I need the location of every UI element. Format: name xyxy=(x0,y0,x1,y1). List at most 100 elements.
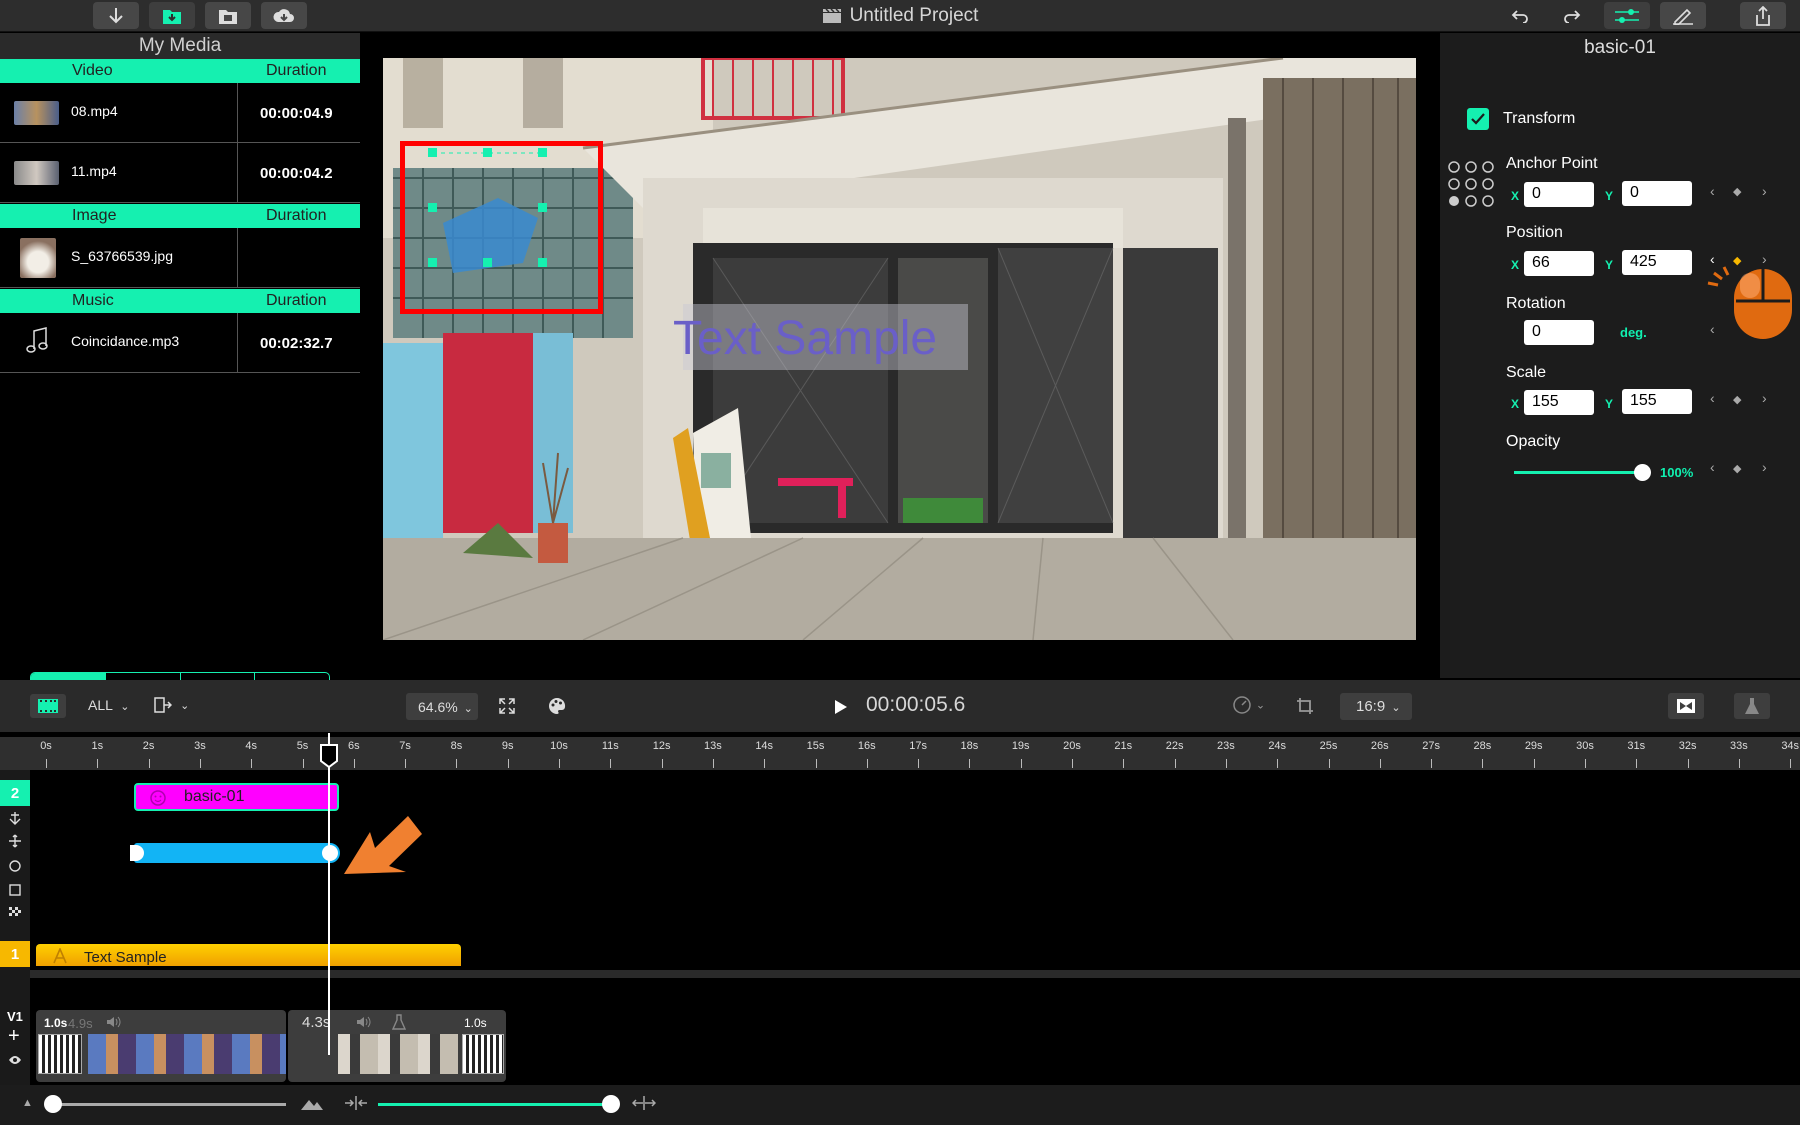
media-item-image[interactable]: S_63766539.jpg xyxy=(0,228,360,288)
inspector-panel: basic-01 Transform Anchor Point X 0 Y 0 … xyxy=(1440,33,1800,678)
rotation-unit: deg. xyxy=(1620,325,1647,340)
position-y-input[interactable]: 425 xyxy=(1622,250,1692,275)
media-name: Coincidance.mp3 xyxy=(71,333,180,349)
project-folder-button[interactable] xyxy=(205,2,251,29)
opacity-value: 100% xyxy=(1660,465,1694,480)
split-screen-icon xyxy=(1677,699,1695,713)
speaker-icon[interactable] xyxy=(106,1016,122,1028)
zoom-out-small-icon[interactable]: ▲ xyxy=(22,1097,33,1109)
edit-panel-button[interactable] xyxy=(1660,2,1706,29)
track-filter-select[interactable]: ALL ⌄ xyxy=(88,697,130,713)
ruler-tick-label: 20s xyxy=(1063,740,1081,752)
x-label: X xyxy=(1511,258,1520,272)
video-preview[interactable]: Text Sample xyxy=(383,58,1416,640)
ruler-tick-label: 29s xyxy=(1524,740,1543,752)
play-button[interactable] xyxy=(828,694,854,720)
position-x-input[interactable]: 66 xyxy=(1524,251,1594,276)
insert-mode-select[interactable]: ⌄ xyxy=(154,696,189,713)
eye-icon[interactable] xyxy=(8,1055,22,1065)
ruler-tick xyxy=(866,759,868,768)
cloud-button[interactable] xyxy=(261,2,307,29)
scale-y-input[interactable]: 155 xyxy=(1622,389,1692,414)
media-duration: 00:00:04.2 xyxy=(260,165,333,182)
next-keyframe-icon[interactable]: › xyxy=(1762,390,1767,406)
text-clip-text-sample[interactable]: Text Sample xyxy=(36,944,461,966)
media-library-button[interactable] xyxy=(149,2,195,29)
transform-checkbox[interactable] xyxy=(1467,108,1489,130)
position-keyframe-bar[interactable] xyxy=(134,843,330,863)
undo-button[interactable] xyxy=(1500,2,1540,29)
scale-x-input[interactable]: 155 xyxy=(1524,390,1594,415)
import-download-button[interactable] xyxy=(93,2,139,29)
anchor-grid-icon[interactable] xyxy=(1446,159,1496,209)
track-view-button[interactable] xyxy=(30,694,66,718)
timeline-zoom-thumb[interactable] xyxy=(602,1095,620,1113)
speed-dial-icon xyxy=(1233,696,1251,714)
media-item-music[interactable]: Coincidance.mp3 00:02:32.7 xyxy=(0,313,360,373)
prev-keyframe-icon[interactable]: ‹ xyxy=(1710,183,1715,199)
flask-icon[interactable] xyxy=(392,1014,406,1030)
media-item-08[interactable]: 08.mp4 00:00:04.9 xyxy=(0,83,360,143)
fullscreen-button[interactable] xyxy=(495,694,519,718)
section-label: Video xyxy=(72,62,113,79)
media-name: 08.mp4 xyxy=(71,103,118,119)
timeline-zoom-track[interactable] xyxy=(378,1103,614,1106)
track-2-label: 2 xyxy=(0,780,30,806)
opacity-slider-track[interactable] xyxy=(1514,471,1642,474)
playhead-handle[interactable] xyxy=(319,743,339,769)
speed-select[interactable]: ⌄ xyxy=(1232,695,1265,715)
music-note-icon xyxy=(26,327,48,353)
ruler-tick-label: 32s xyxy=(1678,740,1697,752)
add-keyframe-icon[interactable]: ◆ xyxy=(1733,462,1741,475)
crop-button[interactable] xyxy=(1293,694,1317,718)
zoom-select[interactable]: 64.6% ⌄ xyxy=(406,693,478,720)
aspect-ratio-select[interactable]: 16:9 ⌄ xyxy=(1340,693,1412,720)
audio-mix-button[interactable] xyxy=(1734,693,1770,719)
y-label: Y xyxy=(1605,189,1614,203)
prev-keyframe-icon[interactable]: ‹ xyxy=(1710,459,1715,475)
add-keyframe-icon[interactable]: ◆ xyxy=(1733,185,1741,198)
ruler-tick-label: 31s xyxy=(1627,740,1646,752)
ruler-tick-label: 5s xyxy=(296,740,309,752)
ruler-tick xyxy=(1020,759,1022,768)
ruler-tick-label: 30s xyxy=(1576,740,1594,752)
volume-slider-track[interactable] xyxy=(54,1103,286,1106)
playhead-line[interactable] xyxy=(328,733,330,1055)
mountain-icon[interactable] xyxy=(300,1095,324,1111)
keyframe-end-handle[interactable] xyxy=(320,843,340,863)
zoom-value: 64.6% xyxy=(418,699,458,715)
video-clip-08[interactable]: 1.0s 4.9s xyxy=(36,1010,286,1082)
anchor-y-input[interactable]: 0 xyxy=(1622,181,1692,206)
next-keyframe-icon[interactable]: › xyxy=(1762,459,1767,475)
media-panel: My Media Video Duration 08.mp4 00:00:04.… xyxy=(0,33,360,697)
window-title: Untitled Project xyxy=(600,0,1200,32)
ruler-tick-label: 9s xyxy=(501,740,514,752)
ruler-tick-label: 16s xyxy=(857,740,876,752)
next-keyframe-icon[interactable]: › xyxy=(1762,183,1767,199)
clip-filmstrip xyxy=(88,1034,286,1074)
text-overlay-box[interactable]: Text Sample xyxy=(673,304,968,370)
add-track-icon[interactable]: + xyxy=(8,1025,20,1048)
color-palette-button[interactable] xyxy=(545,694,569,718)
redo-button[interactable] xyxy=(1552,2,1592,29)
share-export-button[interactable] xyxy=(1740,2,1786,29)
speaker-icon[interactable] xyxy=(356,1016,372,1028)
video-clip-11[interactable]: 4.3s 1.0s xyxy=(288,1010,506,1082)
adjust-panel-button[interactable] xyxy=(1604,2,1650,29)
snapshot-button[interactable] xyxy=(1668,693,1704,719)
add-keyframe-icon[interactable]: ◆ xyxy=(1733,393,1741,406)
media-item-11[interactable]: 11.mp4 00:00:04.2 xyxy=(0,143,360,203)
rotation-input[interactable]: 0 xyxy=(1524,320,1594,345)
opacity-slider-thumb[interactable] xyxy=(1634,464,1651,481)
redo-icon xyxy=(1564,9,1581,23)
video-section-header: Video Duration xyxy=(0,59,360,83)
volume-slider-thumb[interactable] xyxy=(44,1095,62,1113)
sticker-clip-basic-01[interactable]: basic-01 xyxy=(134,783,339,811)
expand-timeline-icon[interactable] xyxy=(632,1095,656,1111)
ruler-tick xyxy=(918,759,920,768)
shrink-timeline-icon[interactable] xyxy=(344,1095,368,1111)
anchor-x-input[interactable]: 0 xyxy=(1524,182,1594,207)
transform-label: Transform xyxy=(1503,110,1576,127)
prev-keyframe-icon[interactable]: ‹ xyxy=(1710,390,1715,406)
timeline-ruler[interactable]: 0s 1s 2s 3s 4s 5s 6s 7s 8s 9s 10s 11s 12s 13s 14s 15s 16… xyxy=(0,737,1800,770)
